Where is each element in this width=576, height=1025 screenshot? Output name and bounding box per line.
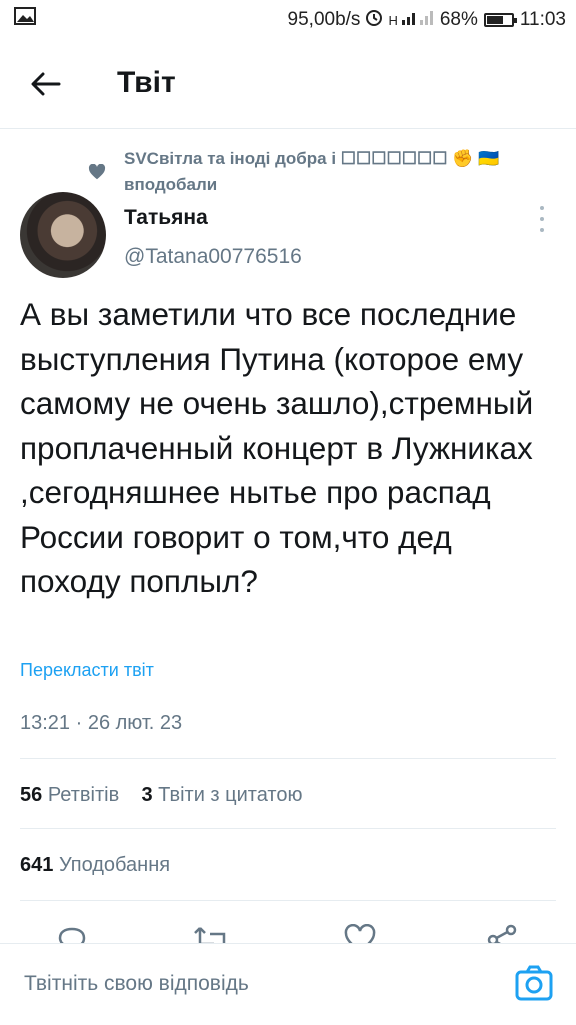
network-speed: 95,00b/s [287,9,361,30]
reply-button[interactable] [50,924,94,944]
status-bar: 95,00b/s H 68% 11:03 [0,0,576,36]
stats-row-retweets: 56 Ретвітів 3 Твіти з цитатою [20,784,302,807]
share-icon [487,924,517,944]
gallery-icon [14,7,36,31]
likes-count: 641 [20,854,54,876]
tweet-actions [0,918,576,944]
retweet-button[interactable] [190,924,234,944]
heart-icon [88,163,106,185]
tweet-timestamp[interactable]: 13:21 · 26 лют. 23 [20,712,182,735]
divider [20,900,556,901]
likes-label: Уподобання [58,854,171,876]
clock: 11:03 [519,9,566,30]
reply-composer: Твітніть свою відповідь [0,943,576,1025]
top-bar: Твіт [0,40,576,129]
arrow-left-icon [31,72,61,96]
retweets-stat[interactable]: 56 Ретвітів [20,784,119,806]
retweets-label: Ретвітів [47,784,120,806]
retweets-count: 56 [20,784,43,806]
more-dot-icon [540,206,544,210]
reply-icon [58,927,86,944]
likes-stat[interactable]: 641 Уподобання [20,854,170,876]
back-button[interactable] [22,62,70,106]
liked-by-text: SVСвітла та іноді добра і ☐☐☐☐☐☐☐ ✊ 🇺🇦 в… [124,149,500,194]
camera-icon [515,965,553,1001]
quotes-count: 3 [141,784,153,806]
alarm-icon [364,7,384,33]
divider [20,758,556,759]
camera-button[interactable] [514,964,554,1004]
page-title: Твіт [117,66,176,99]
battery-icon [483,13,517,27]
quotes-label: Твіти з цитатою [158,784,303,806]
more-dot-icon [540,228,544,232]
author-name[interactable]: Татьяна [124,206,208,230]
quotes-stat[interactable]: 3 Твіти з цитатою [141,784,302,806]
signal-icon [401,8,436,32]
divider [20,828,556,829]
retweet-icon [194,927,226,944]
network-type: H [388,12,398,28]
tweet-text: А вы заметили что все последние выступле… [20,296,534,599]
more-options-button[interactable] [532,206,552,232]
translate-tweet-link[interactable]: Перекласти твіт [20,660,154,681]
more-dot-icon [540,217,544,221]
battery-percent: 68% [439,9,478,30]
avatar[interactable] [20,192,106,278]
reply-input[interactable]: Твітніть свою відповідь [24,972,249,996]
battery-level [486,16,503,24]
stats-row-likes: 641 Уподобання [20,854,170,877]
like-button[interactable] [338,924,382,944]
share-button[interactable] [480,924,524,944]
like-icon [344,924,376,944]
author-handle[interactable]: @Tatana00776516 [124,245,302,269]
